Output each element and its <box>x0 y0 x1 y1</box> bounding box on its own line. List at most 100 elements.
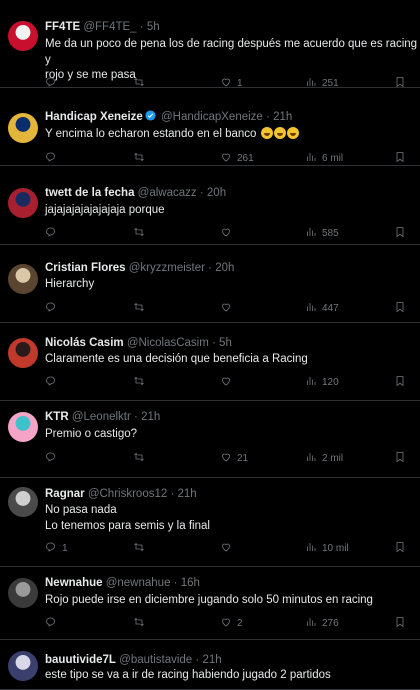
reply-button[interactable] <box>45 376 62 390</box>
like-button[interactable]: 2 <box>220 617 243 631</box>
views-icon <box>305 301 317 318</box>
reply-icon <box>45 301 57 318</box>
like-button[interactable] <box>220 376 237 390</box>
reply-icon <box>45 226 57 243</box>
display-name[interactable]: Cristian Flores <box>45 262 126 274</box>
like-button[interactable] <box>220 227 237 241</box>
display-name[interactable]: Newnahue <box>45 577 103 589</box>
tweet-text: jajajajajajajajaja porque <box>45 203 420 219</box>
view-count: 447 <box>322 303 339 314</box>
bookmark-button[interactable] <box>394 301 406 318</box>
views-button[interactable]: 585 <box>305 227 339 241</box>
bookmark-button[interactable] <box>394 375 406 390</box>
reply-button[interactable] <box>45 152 62 166</box>
bookmark-button[interactable] <box>394 616 406 631</box>
reply-icon <box>45 151 57 168</box>
like-button[interactable] <box>220 302 237 316</box>
retweet-button[interactable] <box>133 542 150 556</box>
reply-icon <box>45 375 57 392</box>
separator-dot: · <box>173 577 178 589</box>
avatar[interactable] <box>8 264 38 294</box>
like-count: 21 <box>237 453 249 464</box>
handle[interactable]: @Leonelktr <box>72 411 131 423</box>
handle[interactable]: @kryzzmeister <box>129 262 205 274</box>
reply-button[interactable] <box>45 227 62 241</box>
bookmark-button[interactable] <box>394 226 406 241</box>
display-name[interactable]: KTR <box>45 411 69 423</box>
handle[interactable]: @bautistavide <box>119 654 192 666</box>
retweet-button[interactable] <box>133 152 150 166</box>
display-name[interactable]: Nicolás Casim <box>45 337 124 349</box>
tweet-header: Cristian Flores @kryzzmeister · 20h <box>45 261 416 275</box>
timestamp[interactable]: 16h <box>181 577 200 589</box>
heart-icon <box>220 616 232 633</box>
avatar[interactable] <box>8 487 38 517</box>
reply-icon <box>45 616 57 633</box>
views-button[interactable]: 6 mil <box>305 152 343 166</box>
like-button[interactable]: 261 <box>220 152 254 166</box>
bookmark-icon <box>394 451 406 468</box>
like-button[interactable]: 21 <box>220 452 248 466</box>
handle[interactable]: @NicolasCasim <box>127 337 209 349</box>
retweet-button[interactable] <box>133 227 150 241</box>
avatar[interactable] <box>8 21 38 51</box>
reply-icon <box>45 541 57 558</box>
tweet-text-content: jajajajajajajajaja porque <box>45 204 165 216</box>
timestamp[interactable]: 21h <box>141 411 160 423</box>
timestamp[interactable]: 5h <box>219 337 232 349</box>
display-name[interactable]: Handicap Xeneize <box>45 111 143 123</box>
bookmark-button[interactable] <box>394 451 406 468</box>
bookmark-icon <box>394 301 406 318</box>
timestamp[interactable]: 21h <box>273 111 292 123</box>
reply-button[interactable] <box>45 302 62 316</box>
timestamp[interactable]: 21h <box>202 654 221 666</box>
views-button[interactable]: 10 mil <box>305 542 349 556</box>
separator-dot: · <box>199 187 204 199</box>
avatar[interactable] <box>8 188 38 218</box>
display-name[interactable]: bauutivide7L <box>45 654 116 666</box>
display-name[interactable]: twett de la fecha <box>45 187 134 199</box>
bookmark-button[interactable] <box>394 151 406 168</box>
retweet-button[interactable] <box>133 452 150 466</box>
timestamp[interactable]: 20h <box>207 187 226 199</box>
like-button[interactable] <box>220 542 237 556</box>
retweet-icon <box>133 616 145 633</box>
avatar[interactable] <box>8 113 38 143</box>
views-button[interactable]: 120 <box>305 376 339 390</box>
views-button[interactable]: 2 mil <box>305 452 343 466</box>
tweet-header: Ragnar @Chriskroos12 · 21h <box>45 487 416 501</box>
timestamp[interactable]: 20h <box>215 262 234 274</box>
bookmark-icon <box>394 151 406 168</box>
handle[interactable]: @HandicapXeneize <box>161 111 263 123</box>
separator-dot: · <box>266 111 270 123</box>
separator-dot: · <box>195 654 200 666</box>
avatar[interactable] <box>8 412 38 442</box>
reply-button[interactable] <box>45 617 62 631</box>
avatar[interactable] <box>8 651 38 681</box>
views-button[interactable]: 276 <box>305 617 339 631</box>
tweet-header: FF4TE @FF4TE_ · 5h <box>45 20 416 34</box>
handle[interactable]: @FF4TE_ <box>83 21 136 33</box>
reply-button[interactable] <box>45 452 62 466</box>
avatar[interactable] <box>8 338 38 368</box>
bookmark-button[interactable] <box>394 541 406 556</box>
handle[interactable]: @Chriskroos12 <box>88 488 167 500</box>
retweet-button[interactable] <box>133 376 150 390</box>
avatar[interactable] <box>8 578 38 608</box>
views-icon <box>305 616 317 633</box>
tweet-text-content: Claramente es una decisión que beneficia… <box>45 353 308 365</box>
retweet-button[interactable] <box>133 302 150 316</box>
display-name[interactable]: Ragnar <box>45 488 85 500</box>
views-icon <box>305 375 317 392</box>
timestamp[interactable]: 21h <box>178 488 197 500</box>
display-name[interactable]: FF4TE <box>45 21 80 33</box>
tweet-text-content: Premio o castigo? <box>45 428 138 440</box>
handle[interactable]: @newnahue <box>106 577 171 589</box>
reply-button[interactable]: 1 <box>45 542 68 556</box>
separator-dot: · <box>134 411 138 423</box>
separator-dot: · <box>139 21 144 33</box>
retweet-button[interactable] <box>133 617 150 631</box>
views-button[interactable]: 447 <box>305 302 339 316</box>
handle[interactable]: @alwacazz <box>138 187 197 199</box>
timestamp[interactable]: 5h <box>147 21 160 33</box>
